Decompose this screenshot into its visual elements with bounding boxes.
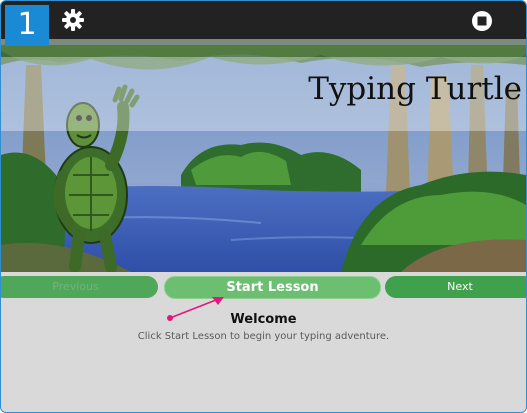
scene-image: Typing Turtle bbox=[1, 45, 526, 272]
stop-icon bbox=[472, 11, 492, 31]
lesson-number-badge: 1 bbox=[5, 5, 49, 46]
gear-icon bbox=[62, 9, 84, 31]
activity-window: 1 Typing Turtle Previous Start Lesson Ne… bbox=[0, 0, 527, 413]
message-text: Click Start Lesson to begin your typing … bbox=[137, 331, 390, 342]
previous-button[interactable]: Previous bbox=[1, 276, 158, 298]
scene-title: Typing Turtle bbox=[308, 71, 522, 107]
toolbar bbox=[1, 1, 526, 39]
lesson-navigation: Previous Start Lesson Next bbox=[1, 276, 526, 299]
message-title: Welcome bbox=[230, 312, 297, 327]
stop-button[interactable] bbox=[470, 9, 494, 33]
settings-button[interactable] bbox=[61, 8, 85, 32]
next-button[interactable]: Next bbox=[385, 276, 526, 298]
